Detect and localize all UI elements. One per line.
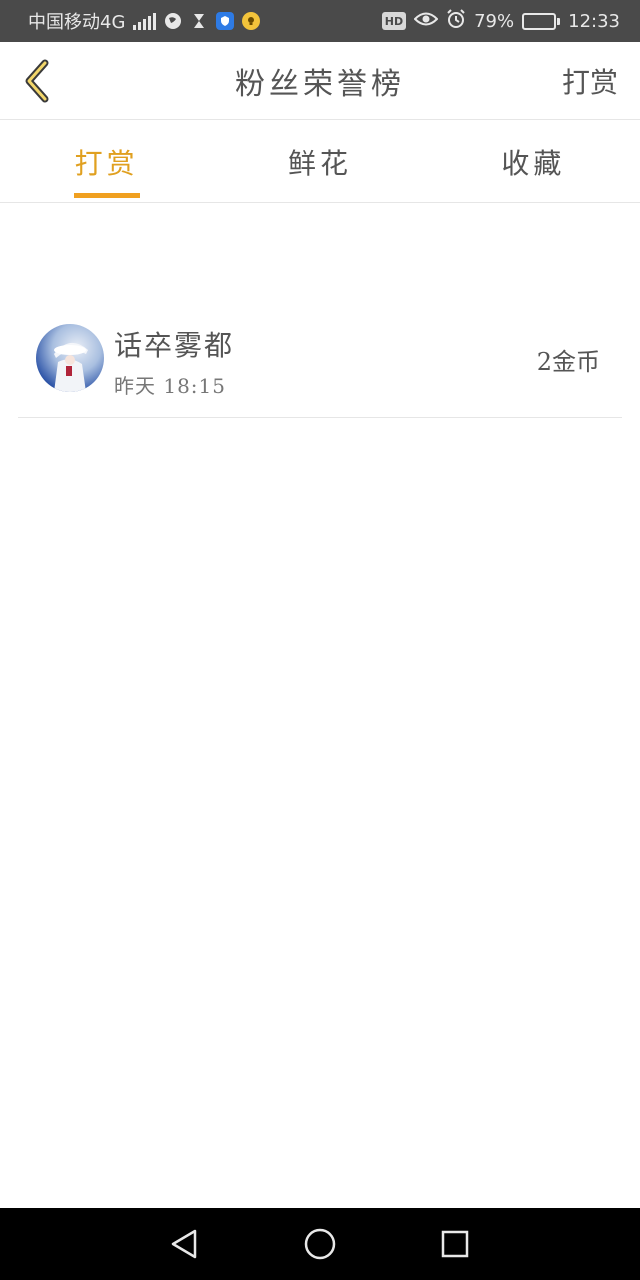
reward-action-button[interactable]: 打赏 (562, 42, 618, 120)
tab-favorites[interactable]: 收藏 (427, 121, 640, 202)
status-bar: 中国移动4G HD 79% 12:33 (0, 0, 640, 42)
nav-recent-button[interactable] (437, 1226, 473, 1262)
tab-bar: 打赏 鲜花 收藏 (0, 121, 640, 203)
recent-square-icon (441, 1230, 469, 1258)
avatar (36, 324, 104, 392)
tab-label: 收藏 (501, 146, 566, 180)
tab-label: 鲜花 (287, 146, 352, 180)
bulb-icon (242, 12, 261, 30)
page-title: 粉丝荣誉榜 (235, 67, 405, 102)
reward-time: 昨天 18:15 (114, 374, 226, 398)
tab-label: 打赏 (74, 146, 139, 180)
home-circle-icon (304, 1228, 336, 1260)
nav-back-button[interactable] (166, 1226, 202, 1262)
globe-icon (164, 12, 182, 30)
fan-list: 话卒雾都 昨天 18:15 2金币 (18, 300, 622, 418)
back-triangle-icon (171, 1229, 197, 1259)
nav-home-button[interactable] (302, 1226, 338, 1262)
signal-icon (133, 12, 157, 30)
reward-amount: 2金币 (536, 347, 600, 376)
eye-icon (413, 11, 439, 32)
tab-reward[interactable]: 打赏 (0, 121, 213, 202)
shield-icon (216, 12, 235, 30)
battery-icon (522, 12, 561, 30)
tab-active-indicator (73, 193, 140, 198)
system-nav-bar (0, 1208, 640, 1280)
battery-percent: 79% (474, 10, 515, 32)
status-time: 12:33 (568, 10, 620, 32)
hd-badge: HD (381, 12, 407, 30)
carrier-label: 中国移动4G (28, 12, 126, 33)
status-left: 中国移动4G (28, 0, 261, 42)
status-right: HD 79% 12:33 (381, 0, 620, 42)
alarm-icon (446, 8, 466, 34)
list-item[interactable]: 话卒雾都 昨天 18:15 2金币 (18, 300, 622, 418)
user-name: 话卒雾都 (114, 329, 235, 362)
app-header: 粉丝荣誉榜 打赏 (0, 42, 640, 120)
hourglass-icon (190, 12, 208, 30)
tab-flowers[interactable]: 鲜花 (213, 121, 426, 202)
